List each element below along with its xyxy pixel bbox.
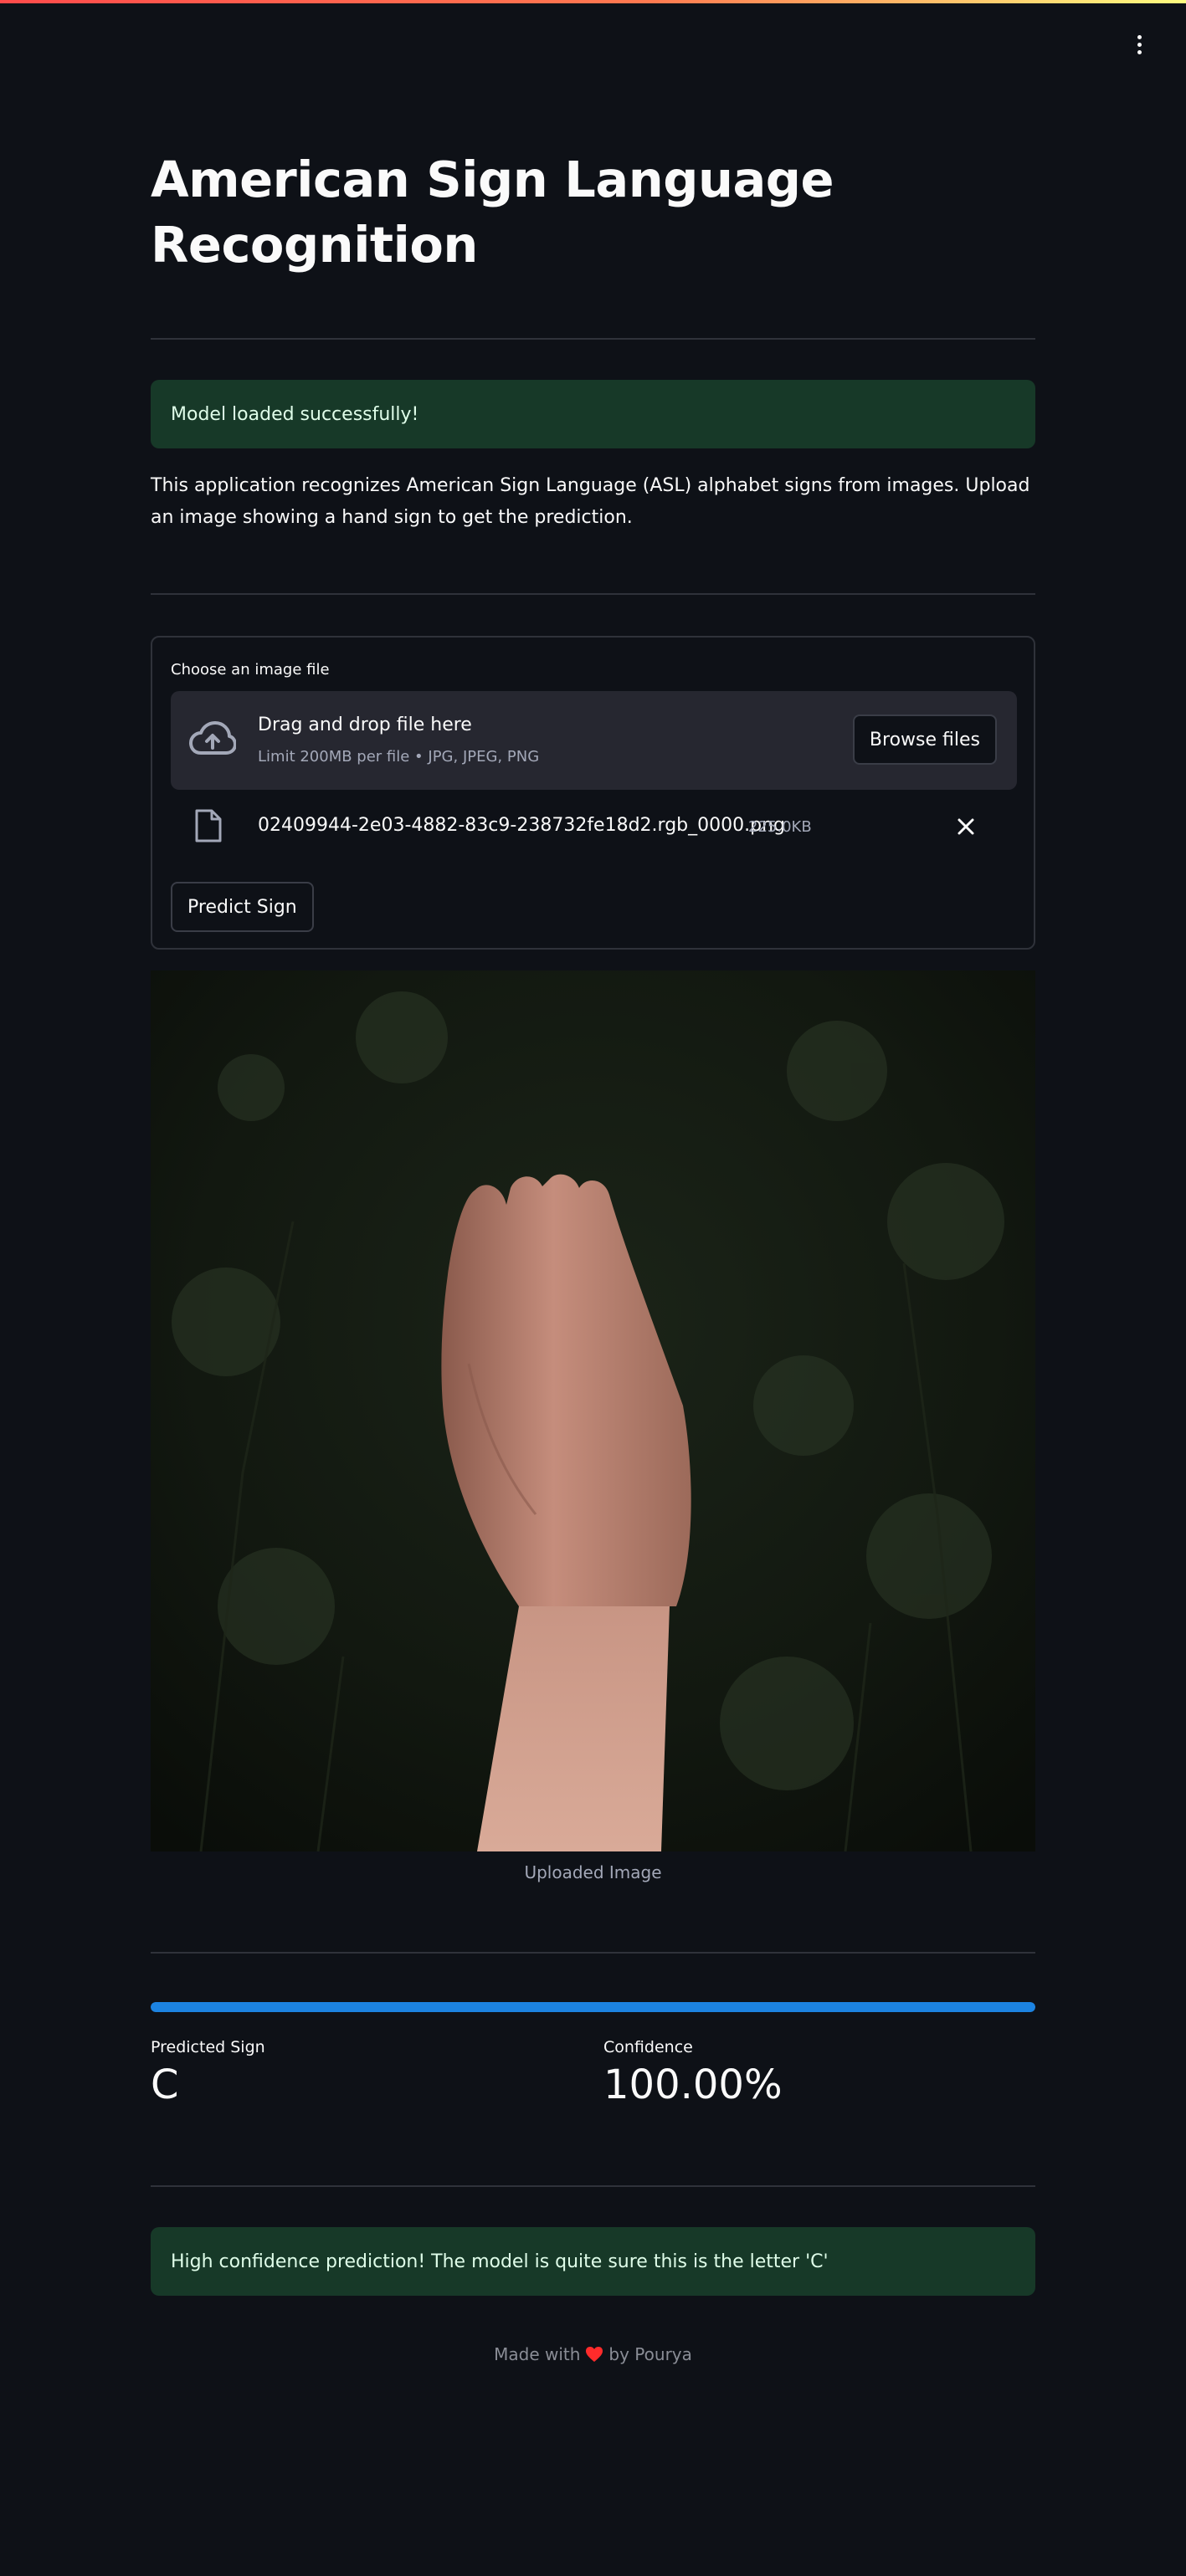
success-alert-text: Model loaded successfully!: [171, 403, 419, 425]
main-menu-button[interactable]: [1125, 30, 1153, 59]
footer-prefix: Made with: [494, 2344, 581, 2364]
file-size: 225.0KB: [748, 818, 812, 836]
dot: [1137, 42, 1142, 47]
top-decoration-bar: [0, 0, 1186, 3]
confidence-alert: High confidence prediction! The model is…: [151, 2227, 1035, 2296]
dropzone-title: Drag and drop file here: [258, 714, 472, 735]
dropzone-limit: Limit 200MB per file • JPG, JPEG, PNG: [258, 748, 540, 766]
hand-sign-photo: [151, 970, 1035, 1851]
dropzone[interactable]: Drag and drop file here Limit 200MB per …: [171, 691, 1017, 790]
heart-icon: [586, 2347, 603, 2362]
divider: [151, 2185, 1035, 2187]
progress-fill: [151, 2002, 1035, 2012]
success-alert: Model loaded successfully!: [151, 380, 1035, 448]
uploaded-image: [151, 970, 1035, 1851]
confidence-metric: Confidence 100.00%: [603, 2038, 1022, 2108]
divider: [151, 338, 1035, 340]
dot: [1137, 49, 1142, 54]
confidence-alert-text: High confidence prediction! The model is…: [171, 2251, 829, 2272]
file-name: 02409944-2e03-4882-83c9-238732fe18d2.rgb…: [258, 815, 785, 836]
app-description: This application recognizes American Sig…: [151, 475, 1030, 528]
metric-value: 100.00%: [603, 2061, 783, 2108]
metric-label: Predicted Sign: [151, 2038, 265, 2056]
predict-sign-button[interactable]: Predict Sign: [171, 882, 314, 932]
page-title: American Sign Language Recognition: [151, 151, 834, 274]
file-icon: [195, 809, 222, 842]
footer: Made with by Pourya: [151, 2344, 1035, 2364]
browse-files-button[interactable]: Browse files: [852, 714, 997, 765]
divider: [151, 593, 1035, 595]
file-uploader: Choose an image file Drag and drop file …: [151, 636, 1035, 950]
predicted-sign-metric: Predicted Sign C: [151, 2038, 569, 2108]
prediction-progress-bar: [151, 2002, 1035, 2012]
image-caption: Uploaded Image: [524, 1862, 662, 1882]
metric-value: C: [151, 2061, 179, 2108]
vertical-dots-icon: [1137, 34, 1142, 39]
uploader-label: Choose an image file: [171, 661, 330, 679]
uploaded-file-row: 02409944-2e03-4882-83c9-238732fe18d2.rgb…: [171, 801, 1017, 852]
metric-label: Confidence: [603, 2038, 693, 2056]
cloud-upload-icon: [189, 721, 236, 755]
divider: [151, 1952, 1035, 1954]
footer-suffix: by Pourya: [608, 2344, 692, 2364]
close-icon[interactable]: [954, 815, 978, 838]
